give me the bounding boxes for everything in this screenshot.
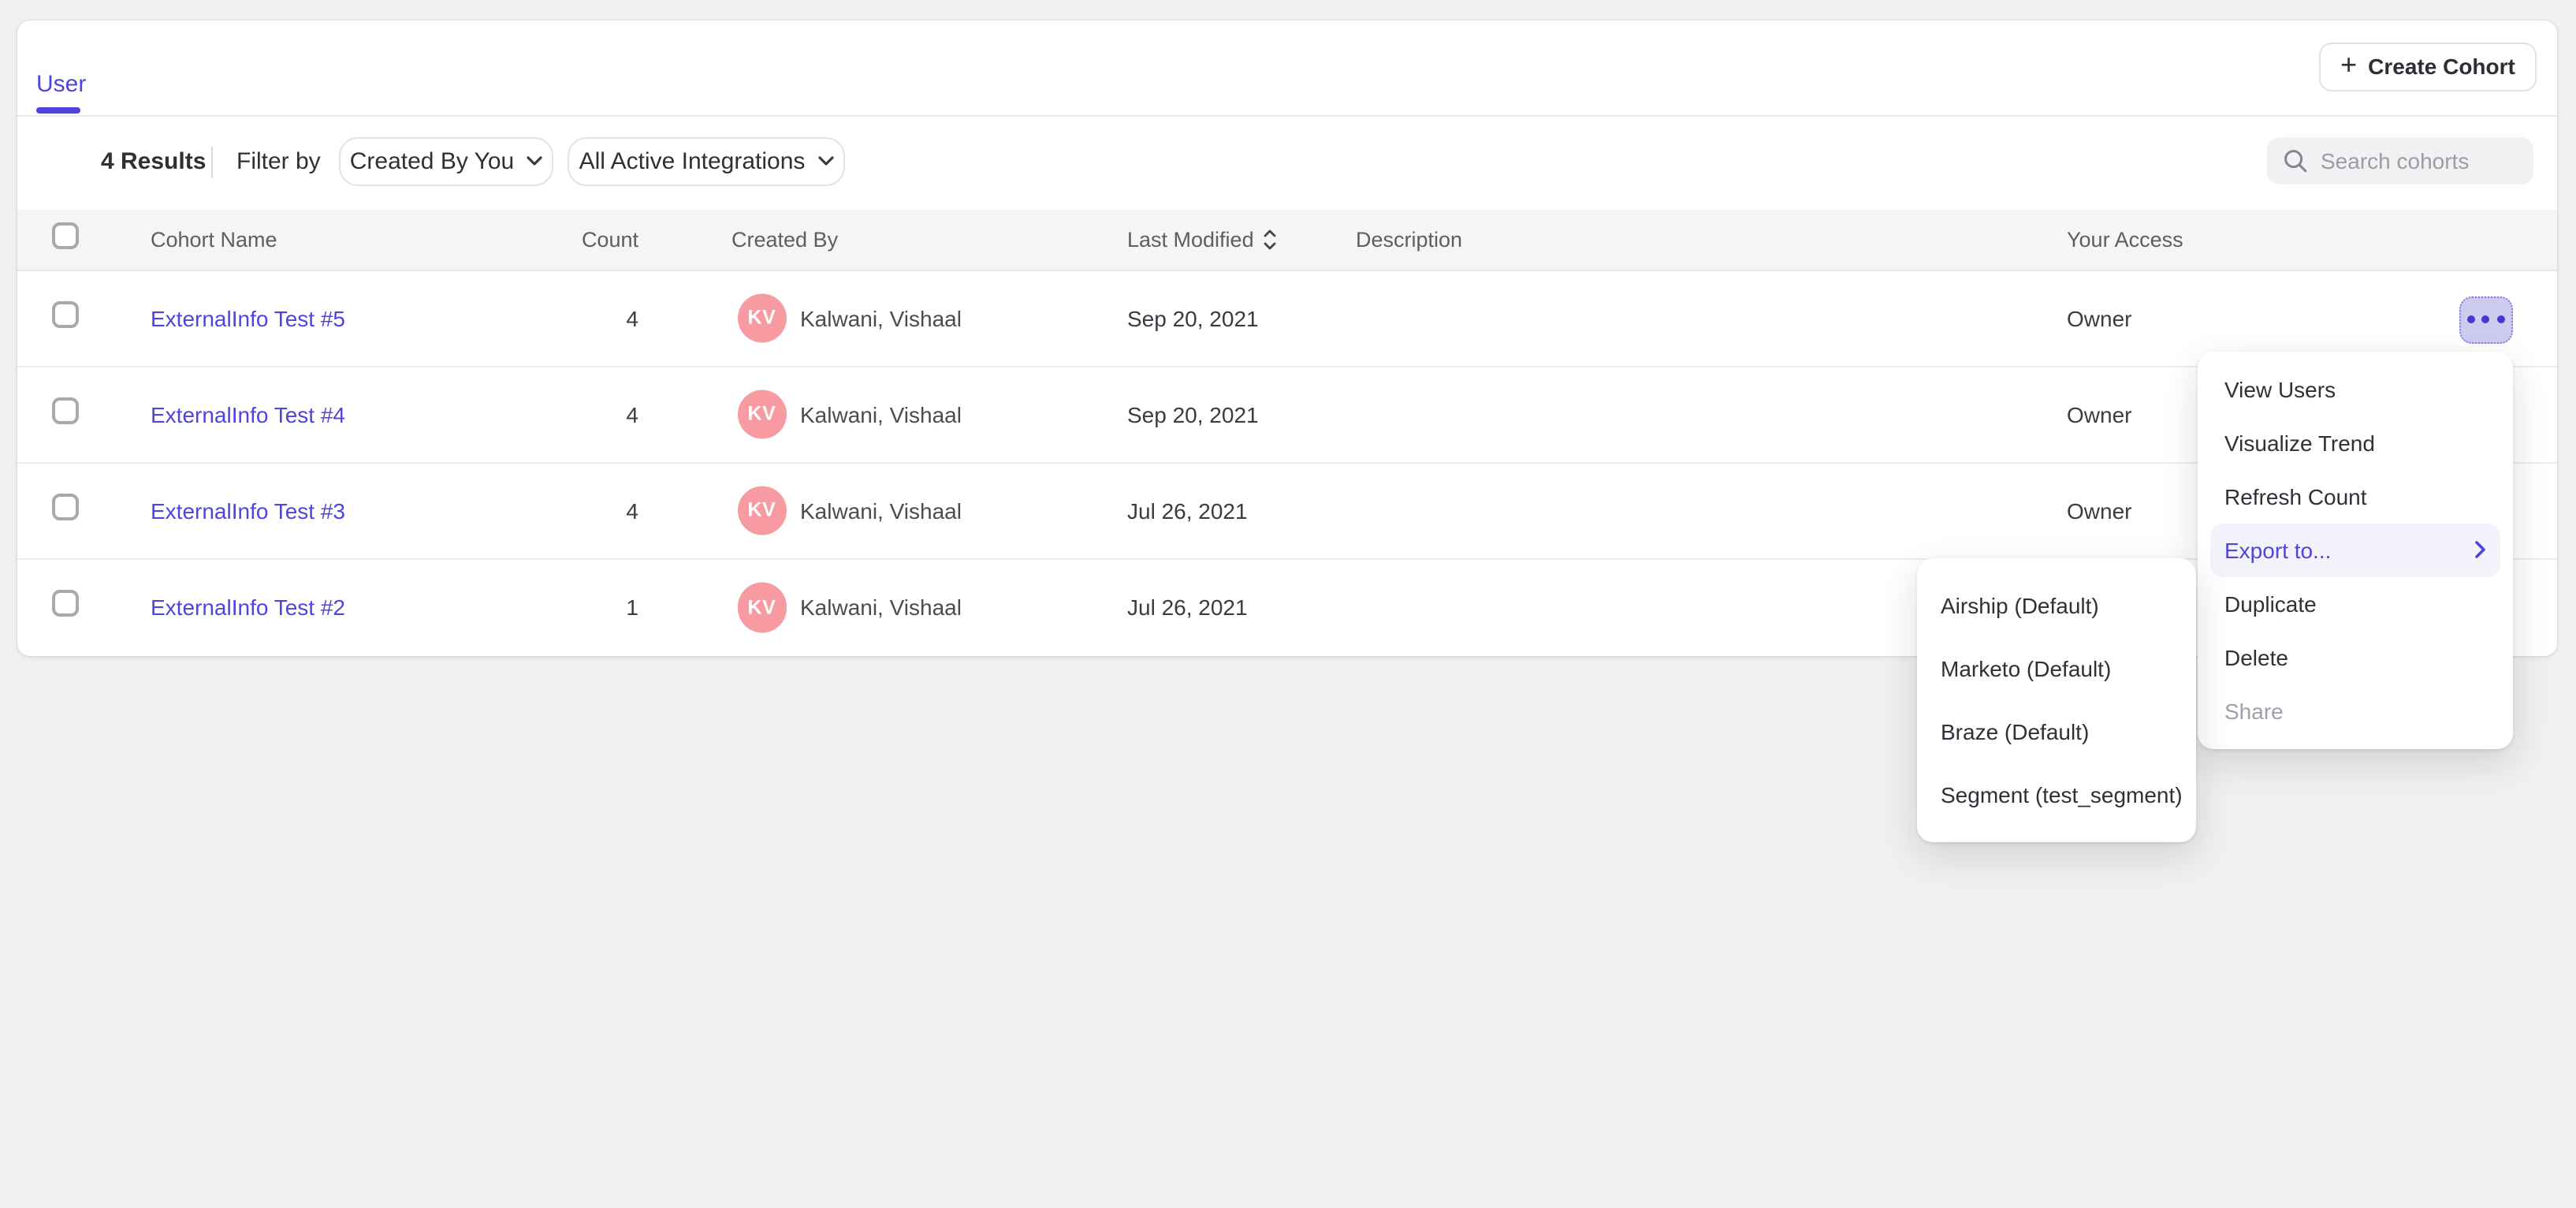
menu-item-refresh-count[interactable]: Refresh Count [2198,469,2513,523]
cohorts-page: User + Create Cohort 4 Results Filter by… [0,0,2576,1208]
menu-item-export-to-label: Export to... [2224,537,2331,562]
create-cohort-button[interactable]: + Create Cohort [2319,42,2537,91]
submenu-item-braze[interactable]: Braze (Default) [1917,700,2195,763]
creator-name: Kalwani, Vishaal [800,595,962,620]
submenu-item-segment[interactable]: Segment (test_segment) [1917,763,2195,826]
last-modified-date: Jul 26, 2021 [1127,498,1248,523]
export-submenu: Airship (Default) Marketo (Default) Braz… [1917,558,2195,842]
integrations-filter-label: All Active Integrations [579,148,806,175]
select-all-checkbox[interactable] [52,222,79,249]
last-modified-date: Sep 20, 2021 [1127,401,1259,427]
row-actions-menu: View Users Visualize Trend Refresh Count… [2198,351,2513,748]
header-count: Count [536,228,638,252]
row-checkbox[interactable] [52,397,79,423]
creator-avatar: KV [737,293,787,343]
toolbar-separator [211,146,213,177]
cohort-name-link[interactable]: ExternalInfo Test #5 [151,305,345,330]
search-icon [2283,148,2308,173]
row-checkbox[interactable] [52,493,79,520]
header-last-modified[interactable]: Last Modified [1127,228,1278,252]
sort-icon[interactable] [1264,229,1278,250]
chevron-down-icon [817,157,833,166]
created-by-filter-dropdown[interactable]: Created By You [339,137,553,185]
tabbar-divider [17,115,2556,117]
menu-item-delete[interactable]: Delete [2198,630,2513,684]
tab-user[interactable]: User [36,70,86,97]
filter-by-label: Filter by [236,137,321,185]
ellipsis-icon [2496,316,2504,324]
header-your-access: Your Access [2067,228,2183,252]
cohort-count: 4 [536,498,638,523]
menu-item-duplicate[interactable]: Duplicate [2198,576,2513,630]
header-description: Description [1356,228,1462,252]
menu-item-visualize-trend[interactable]: Visualize Trend [2198,416,2513,469]
creator-name: Kalwani, Vishaal [800,498,962,523]
creator-avatar: KV [737,390,787,439]
search-input[interactable] [2321,148,2510,173]
creator-avatar: KV [737,486,787,535]
plus-icon: + [2340,50,2357,79]
row-checkbox[interactable] [52,300,79,327]
submenu-item-airship[interactable]: Airship (Default) [1917,574,2195,637]
create-cohort-label: Create Cohort [2368,54,2515,79]
header-last-modified-label: Last Modified [1127,228,1254,252]
cohort-name-link[interactable]: ExternalInfo Test #4 [151,401,345,427]
table-row: ExternalInfo Test #5 4 KV Kalwani, Visha… [17,270,2556,367]
integrations-filter-dropdown[interactable]: All Active Integrations [568,137,845,185]
table-header-row: Cohort Name Count Created By Last Modifi… [17,210,2556,270]
header-cohort-name: Cohort Name [151,228,277,252]
access-level: Owner [2067,401,2131,427]
table-row: ExternalInfo Test #4 4 KV Kalwani, Visha… [17,367,2556,463]
last-modified-date: Sep 20, 2021 [1127,305,1259,330]
cohort-name-link[interactable]: ExternalInfo Test #2 [151,595,345,620]
cohort-name-link[interactable]: ExternalInfo Test #3 [151,498,345,523]
creator-name: Kalwani, Vishaal [800,305,962,330]
chevron-down-icon [527,157,542,166]
menu-item-share: Share [2198,684,2513,737]
ellipsis-icon [2481,316,2489,324]
search-box[interactable] [2267,137,2533,185]
creator-avatar: KV [737,583,787,632]
access-level: Owner [2067,498,2131,523]
cohort-count: 4 [536,401,638,427]
access-level: Owner [2067,305,2131,330]
submenu-item-marketo[interactable]: Marketo (Default) [1917,637,2195,700]
row-checkbox[interactable] [52,590,79,617]
created-by-filter-label: Created By You [350,148,515,175]
chevron-right-icon [2475,541,2486,558]
creator-name: Kalwani, Vishaal [800,401,962,427]
menu-item-view-users[interactable]: View Users [2198,362,2513,416]
row-actions-button[interactable] [2459,296,2512,344]
cohort-count: 4 [536,305,638,330]
menu-item-export-to[interactable]: Export to... [2210,523,2500,576]
last-modified-date: Jul 26, 2021 [1127,595,1248,620]
table-row: ExternalInfo Test #3 4 KV Kalwani, Visha… [17,463,2556,559]
header-created-by: Created By [731,228,838,252]
tab-active-underline [35,107,80,113]
cohort-count: 1 [536,595,638,620]
ellipsis-icon [2466,316,2474,324]
results-count: 4 Results [101,137,206,185]
